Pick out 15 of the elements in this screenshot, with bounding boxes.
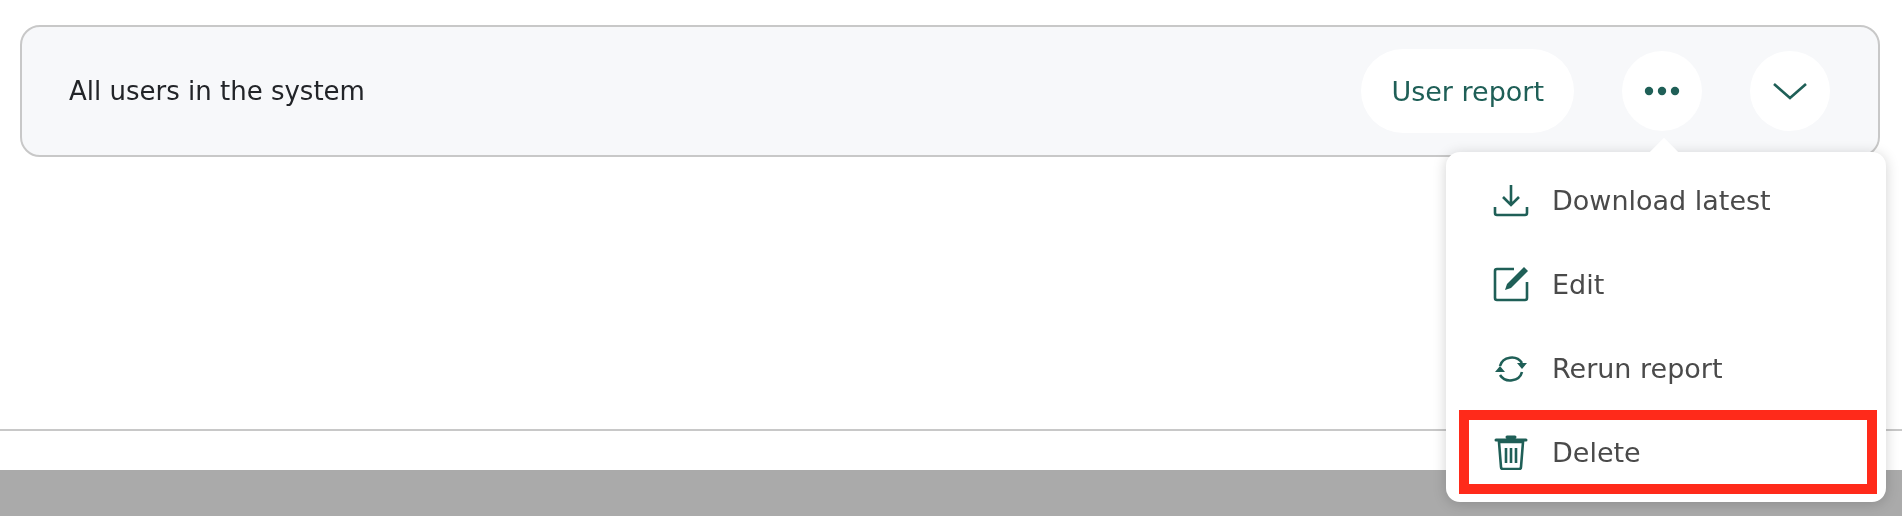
menu-item[interactable]: Download latest <box>1459 158 1877 242</box>
edit-icon <box>1492 266 1530 302</box>
chevron-icon <box>1772 81 1808 101</box>
menu-item-label: Rerun report <box>1552 352 1723 384</box>
more-icon <box>1644 86 1680 96</box>
report-type-button[interactable]: User report <box>1361 49 1574 133</box>
report-title: All users in the system <box>69 76 365 106</box>
menu-item[interactable]: Delete <box>1459 410 1877 494</box>
menu-item-label: Delete <box>1552 436 1641 468</box>
menu-item-label: Edit <box>1552 268 1605 300</box>
menu-item-label: Download latest <box>1552 184 1771 216</box>
menu-item[interactable]: Edit <box>1459 242 1877 326</box>
trash-icon <box>1492 434 1530 470</box>
download-icon <box>1492 182 1530 218</box>
menu-item[interactable]: Rerun report <box>1459 326 1877 410</box>
